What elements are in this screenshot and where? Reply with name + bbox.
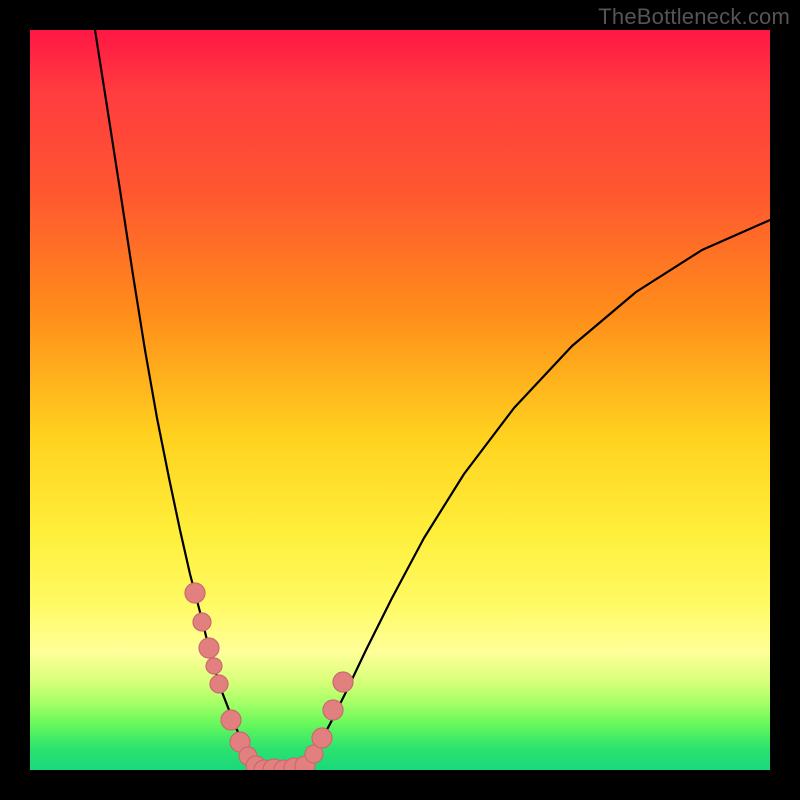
bottleneck-curve: [95, 30, 770, 770]
marker-dot: [333, 672, 353, 692]
marker-dot: [210, 675, 228, 693]
marker-dot: [312, 728, 332, 748]
marker-dot: [323, 700, 343, 720]
plot-area: [30, 30, 770, 770]
marker-dot: [206, 658, 222, 674]
watermark-text: TheBottleneck.com: [598, 4, 790, 30]
marker-dot: [185, 583, 205, 603]
marker-dot: [193, 613, 211, 631]
marker-dots: [185, 583, 353, 770]
curve-svg: [30, 30, 770, 770]
chart-frame: TheBottleneck.com: [0, 0, 800, 800]
marker-dot: [199, 638, 219, 658]
marker-dot: [221, 710, 241, 730]
